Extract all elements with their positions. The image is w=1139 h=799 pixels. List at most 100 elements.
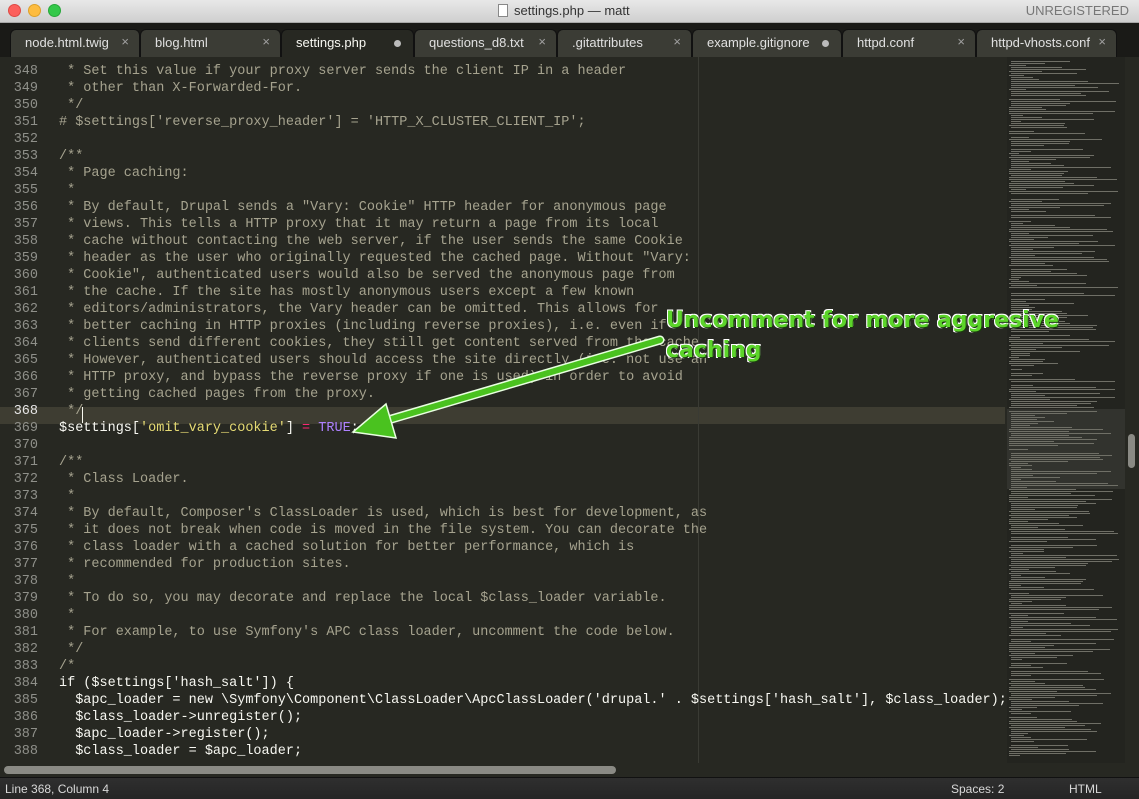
code-line[interactable]: * Set this value if your proxy server se… bbox=[59, 63, 626, 80]
tab-6[interactable]: httpd.conf × bbox=[842, 29, 976, 57]
code-line[interactable]: * it does not break when code is moved i… bbox=[59, 522, 707, 539]
code-line[interactable]: * recommended for production sites. bbox=[59, 556, 351, 573]
minimap-line bbox=[1011, 471, 1111, 472]
code-line[interactable]: * bbox=[59, 607, 75, 624]
code-line[interactable]: * getting cached pages from the proxy. bbox=[59, 386, 375, 403]
minimap-line bbox=[1011, 227, 1070, 228]
minimap-line bbox=[1011, 665, 1031, 666]
unsaved-dot-icon[interactable] bbox=[822, 40, 829, 47]
code-line[interactable]: * By default, Drupal sends a "Vary: Cook… bbox=[59, 199, 667, 216]
maximize-window-button[interactable] bbox=[48, 4, 61, 17]
code-line[interactable]: /* bbox=[59, 658, 75, 675]
code-line[interactable]: * For example, to use Symfony's APC clas… bbox=[59, 624, 675, 641]
code-line[interactable]: * clients send different cookies, they s… bbox=[59, 335, 707, 352]
minimap-line bbox=[1009, 179, 1117, 180]
tab-0[interactable]: node.html.twig × bbox=[10, 29, 140, 57]
minimap-line bbox=[1009, 605, 1066, 606]
code-line[interactable]: * However, authenticated users should ac… bbox=[59, 352, 707, 369]
code-line[interactable]: $apc_loader->register(); bbox=[59, 726, 269, 743]
tab-close-icon[interactable]: × bbox=[673, 34, 681, 49]
minimap-line bbox=[1011, 503, 1096, 504]
minimap-line bbox=[1009, 497, 1028, 498]
line-number: 374 bbox=[13, 506, 38, 521]
minimap-line bbox=[1011, 155, 1094, 156]
code-line[interactable]: * class loader with a cached solution fo… bbox=[59, 539, 634, 556]
tab-3[interactable]: questions_d8.txt × bbox=[414, 29, 557, 57]
minimap-line bbox=[1011, 271, 1051, 272]
tab-2[interactable]: settings.php bbox=[281, 29, 414, 57]
minimap-line bbox=[1009, 459, 1103, 460]
code-line[interactable]: */ bbox=[59, 97, 83, 114]
code-line[interactable]: * the cache. If the site has mostly anon… bbox=[59, 284, 634, 301]
tab-5[interactable]: example.gitignore bbox=[692, 29, 842, 57]
code-line[interactable]: $apc_loader = new \Symfony\Component\Cla… bbox=[59, 692, 1007, 709]
minimap-line bbox=[1011, 119, 1094, 120]
code-line[interactable]: * HTTP proxy, and bypass the reverse pro… bbox=[59, 369, 683, 386]
code-line[interactable]: * other than X-Forwarded-For. bbox=[59, 80, 302, 97]
tab-1[interactable]: blog.html × bbox=[140, 29, 281, 57]
unsaved-dot-icon[interactable] bbox=[394, 40, 401, 47]
code-line[interactable]: * bbox=[59, 488, 75, 505]
code-line[interactable]: $class_loader = $apc_loader; bbox=[59, 743, 302, 760]
code-line[interactable]: * cache without contacting the web serve… bbox=[59, 233, 683, 250]
editor[interactable]: 348 349 350 351 352 353 354 355 356 357 358 359 360 3… bbox=[0, 57, 1139, 763]
code-line[interactable]: * bbox=[59, 573, 75, 590]
minimap-line bbox=[1011, 81, 1088, 82]
code-line[interactable]: * views. This tells a HTTP proxy that it… bbox=[59, 216, 658, 233]
minimize-window-button[interactable] bbox=[28, 4, 41, 17]
horizontal-scrollbar[interactable] bbox=[0, 763, 1139, 777]
minimap-line bbox=[1011, 95, 1086, 96]
minimap-line bbox=[1011, 749, 1069, 750]
minimap-line bbox=[1009, 443, 1094, 444]
minimap-line bbox=[1009, 463, 1028, 464]
minimap-line bbox=[1009, 573, 1070, 574]
minimap-line bbox=[1011, 673, 1101, 674]
code-line[interactable]: */ bbox=[59, 641, 83, 658]
code-line[interactable]: /** bbox=[59, 148, 83, 165]
code-line[interactable]: * better caching in HTTP proxies (includ… bbox=[59, 318, 667, 335]
syntax-mode[interactable]: HTML bbox=[1069, 782, 1102, 796]
code-line[interactable]: * Class Loader. bbox=[59, 471, 189, 488]
code-line[interactable]: $class_loader->unregister(); bbox=[59, 709, 302, 726]
code-line[interactable]: */ bbox=[59, 403, 83, 420]
minimap-line bbox=[1009, 613, 1064, 614]
tab-close-icon[interactable]: × bbox=[538, 34, 546, 49]
tab-close-icon[interactable]: × bbox=[121, 34, 129, 49]
tab-close-icon[interactable]: × bbox=[1098, 34, 1106, 49]
line-number: 376 bbox=[13, 540, 38, 555]
minimap-line bbox=[1009, 593, 1029, 594]
close-window-button[interactable] bbox=[8, 4, 21, 17]
tab-4[interactable]: .gitattributes × bbox=[557, 29, 692, 57]
code-line[interactable]: * header as the user who originally requ… bbox=[59, 250, 691, 267]
minimap-line bbox=[1011, 539, 1096, 540]
horizontal-scrollbar-thumb[interactable] bbox=[4, 766, 616, 774]
indentation-setting[interactable]: Spaces: 2 bbox=[951, 782, 1004, 796]
code-line[interactable]: * By default, Composer's ClassLoader is … bbox=[59, 505, 707, 522]
code-line[interactable]: * bbox=[59, 182, 75, 199]
tab-close-icon[interactable]: × bbox=[957, 34, 965, 49]
minimap-line bbox=[1011, 527, 1038, 528]
code-line[interactable]: # $settings['reverse_proxy_header'] = 'H… bbox=[59, 114, 586, 131]
code-line[interactable]: * To do so, you may decorate and replace… bbox=[59, 590, 667, 607]
code-line[interactable]: if ($settings['hash_salt']) { bbox=[59, 675, 294, 692]
vertical-scrollbar-thumb[interactable] bbox=[1128, 434, 1135, 468]
line-number: 366 bbox=[13, 370, 38, 385]
tab-7[interactable]: httpd-vhosts.conf × bbox=[976, 29, 1117, 57]
minimap-line bbox=[1011, 475, 1033, 476]
code-line[interactable]: * Page caching: bbox=[59, 165, 189, 182]
code-line[interactable]: * Cookie", authenticated users would als… bbox=[59, 267, 675, 284]
minimap-line bbox=[1009, 687, 1085, 688]
minimap-line bbox=[1009, 379, 1075, 380]
code-line[interactable]: $settings['omit_vary_cookie'] = TRUE; bbox=[59, 420, 359, 437]
code-line[interactable]: * editors/administrators, the Vary heade… bbox=[59, 301, 658, 318]
minimap[interactable] bbox=[1007, 57, 1125, 763]
minimap-line bbox=[1009, 541, 1047, 542]
line-number: 360 bbox=[13, 268, 38, 283]
code-line[interactable]: /** bbox=[59, 454, 83, 471]
minimap-line bbox=[1011, 491, 1113, 492]
minimap-line bbox=[1009, 89, 1026, 90]
minimap-line bbox=[1009, 287, 1118, 288]
minimap-line bbox=[1011, 127, 1067, 128]
tab-close-icon[interactable]: × bbox=[262, 34, 270, 49]
document-icon bbox=[498, 4, 508, 17]
